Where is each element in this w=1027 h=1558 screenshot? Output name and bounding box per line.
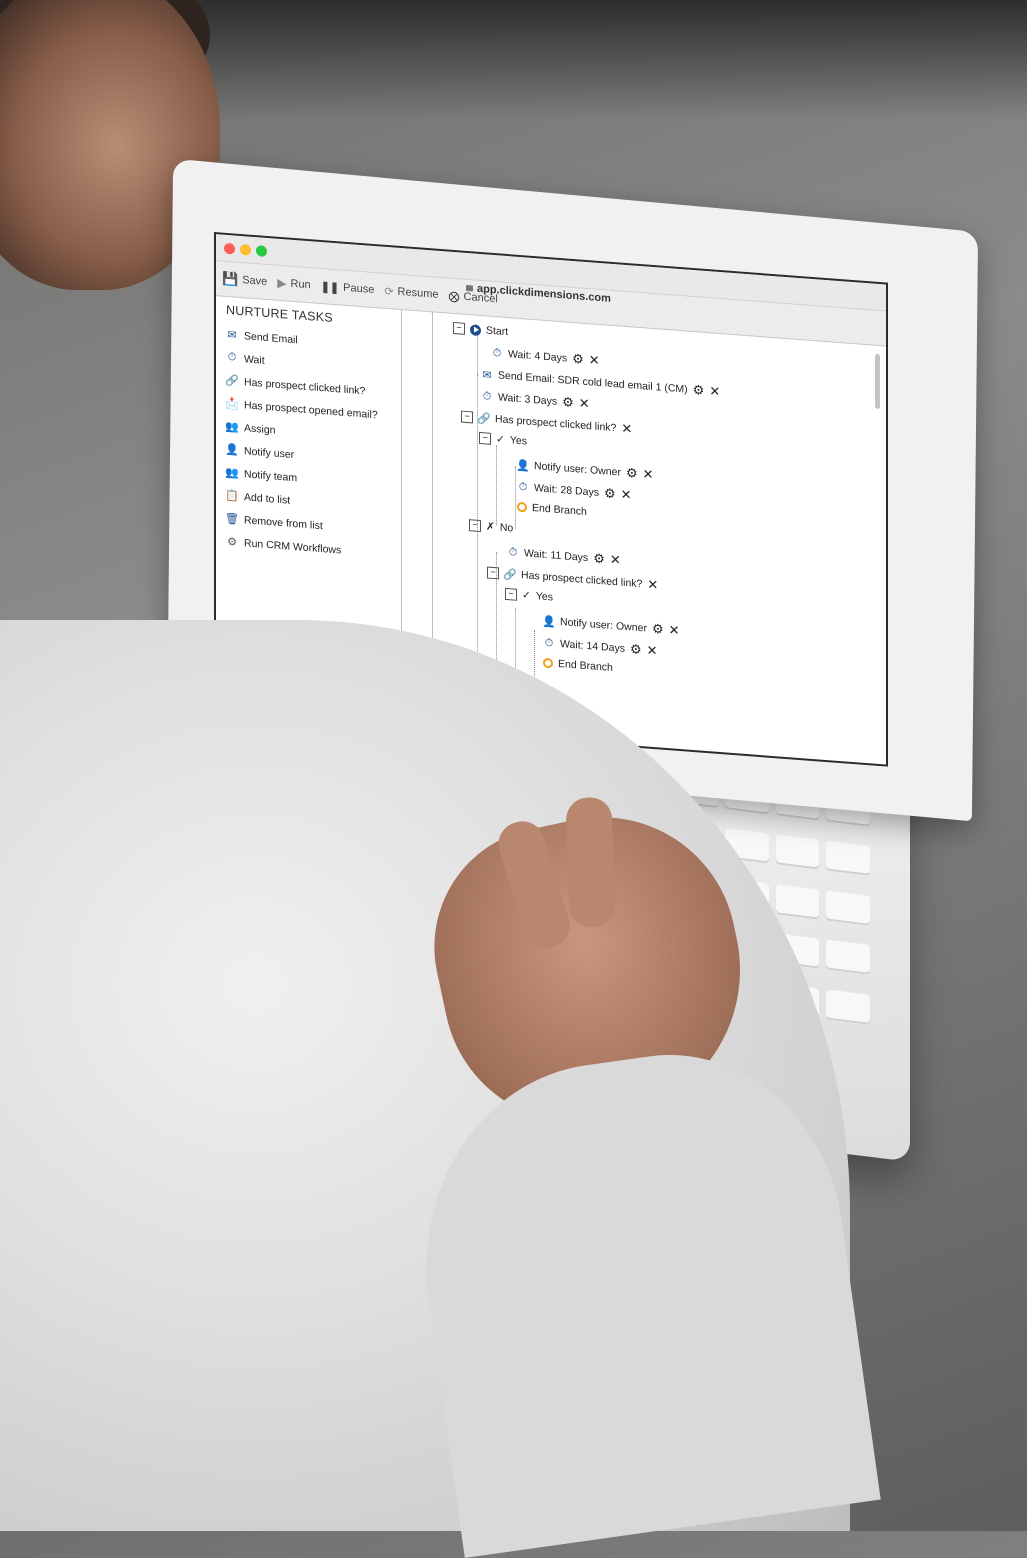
assign-users-icon: 👥 [225, 420, 239, 434]
tree-node-no-branch[interactable]: − ✗ No [469, 519, 513, 535]
tree-node-end-branch[interactable]: End Branch [543, 657, 613, 674]
stopwatch-icon: ⏱ [482, 389, 492, 403]
zoom-window-button[interactable] [256, 245, 267, 257]
delete-x-icon[interactable]: ✕ [647, 643, 658, 660]
delete-x-icon[interactable]: ✕ [589, 352, 600, 369]
gear-icon[interactable]: ⚙ [652, 621, 664, 638]
tree-node-wait[interactable]: ⏱ Wait: 3 Days ⚙ ✕ [481, 388, 590, 412]
stopwatch-icon: ⏱ [518, 480, 528, 494]
x-mark-icon: ✗ [486, 520, 495, 534]
delete-x-icon[interactable]: ✕ [610, 552, 621, 569]
lock-icon [466, 284, 473, 292]
workflow-icon: ⚙ [227, 535, 237, 549]
collapse-toggle[interactable]: − [453, 321, 465, 335]
remove-list-icon: 🗑 [225, 512, 239, 526]
end-branch-icon [517, 501, 527, 513]
tree-node-end-branch[interactable]: End Branch [517, 501, 587, 518]
notify-user-icon: 👤 [225, 443, 239, 457]
collapse-toggle[interactable]: − [469, 519, 481, 533]
scrollbar[interactable] [875, 353, 880, 410]
gear-icon[interactable]: ⚙ [562, 394, 574, 411]
tree-node-notify-user[interactable]: 👤 Notify user: Owner ⚙ ✕ [542, 613, 680, 639]
end-branch-icon [543, 657, 553, 669]
delete-x-icon[interactable]: ✕ [643, 466, 654, 483]
tree-connector [496, 445, 497, 526]
delete-x-icon[interactable]: ✕ [647, 577, 658, 594]
collapse-toggle[interactable]: − [487, 566, 499, 580]
close-window-button[interactable] [224, 242, 235, 255]
stopwatch-icon: ⏱ [227, 351, 237, 364]
envelope-icon: ✉ [227, 329, 237, 342]
add-list-icon: 📋 [225, 489, 239, 503]
notify-user-icon: 👤 [516, 459, 530, 473]
delete-x-icon[interactable]: ✕ [621, 421, 632, 438]
open-envelope-icon: 📩 [225, 397, 239, 411]
cancel-circle-icon: ⨂ [448, 290, 460, 303]
gear-icon[interactable]: ⚙ [626, 465, 638, 482]
tree-node-notify-user[interactable]: 👤 Notify user: Owner ⚙ ✕ [516, 457, 654, 483]
tree-connector [515, 466, 516, 529]
delete-x-icon[interactable]: ✕ [669, 622, 680, 639]
link-icon: 🔗 [503, 568, 517, 582]
delete-x-icon[interactable]: ✕ [709, 383, 720, 400]
delete-x-icon[interactable]: ✕ [579, 395, 590, 412]
gear-icon[interactable]: ⚙ [693, 382, 705, 399]
pause-icon: ❚❚ [320, 280, 340, 294]
tree-node-wait[interactable]: ⏱ Wait: 14 Days ⚙ ✕ [543, 635, 658, 660]
notify-user-icon: 👤 [542, 615, 556, 629]
gear-icon[interactable]: ⚙ [572, 351, 584, 368]
run-button[interactable]: ▶ Run [277, 276, 310, 293]
finger [565, 796, 616, 929]
delete-x-icon[interactable]: ✕ [621, 487, 632, 504]
link-icon: 🔗 [477, 412, 491, 426]
start-icon [470, 323, 481, 336]
tree-node-yes-branch[interactable]: − ✓ Yes [505, 587, 553, 603]
finger [493, 815, 576, 954]
checkmark-icon: ✓ [522, 589, 531, 602]
tree-node-wait[interactable]: ⏱ Wait: 28 Days ⚙ ✕ [517, 479, 632, 504]
gear-icon[interactable]: ⚙ [630, 641, 642, 658]
stopwatch-icon: ⏱ [492, 346, 502, 360]
stopwatch-icon: ⏱ [508, 545, 518, 559]
tree-node-wait[interactable]: ⏱ Wait: 4 Days ⚙ ✕ [491, 345, 600, 369]
checkmark-icon: ✓ [496, 433, 505, 446]
link-icon: 🔗 [225, 374, 239, 388]
gear-icon[interactable]: ⚙ [604, 485, 616, 502]
tree-node-start[interactable]: − Start [453, 321, 508, 338]
collapse-toggle[interactable]: − [461, 410, 473, 424]
save-button[interactable]: 💾 Save [222, 271, 267, 290]
gear-icon[interactable]: ⚙ [593, 551, 605, 568]
resume-button[interactable]: ⟳ Resume [384, 284, 438, 301]
tree-node-yes-branch[interactable]: − ✓ Yes [479, 431, 527, 448]
collapse-toggle[interactable]: − [505, 587, 517, 601]
tree-node-wait[interactable]: ⏱ Wait: 11 Days ⚙ ✕ [507, 544, 621, 569]
minimize-window-button[interactable] [240, 243, 251, 256]
envelope-icon: ✉ [482, 368, 492, 382]
notify-team-icon: 👥 [225, 466, 239, 480]
stopwatch-icon: ⏱ [544, 636, 554, 650]
resume-icon: ⟳ [384, 285, 394, 299]
collapse-toggle[interactable]: − [479, 431, 491, 445]
pause-button[interactable]: ❚❚ Pause [321, 280, 375, 297]
run-icon: ▶ [277, 275, 287, 291]
tree-connector [477, 333, 478, 374]
floppy-disk-icon: 💾 [222, 270, 239, 287]
